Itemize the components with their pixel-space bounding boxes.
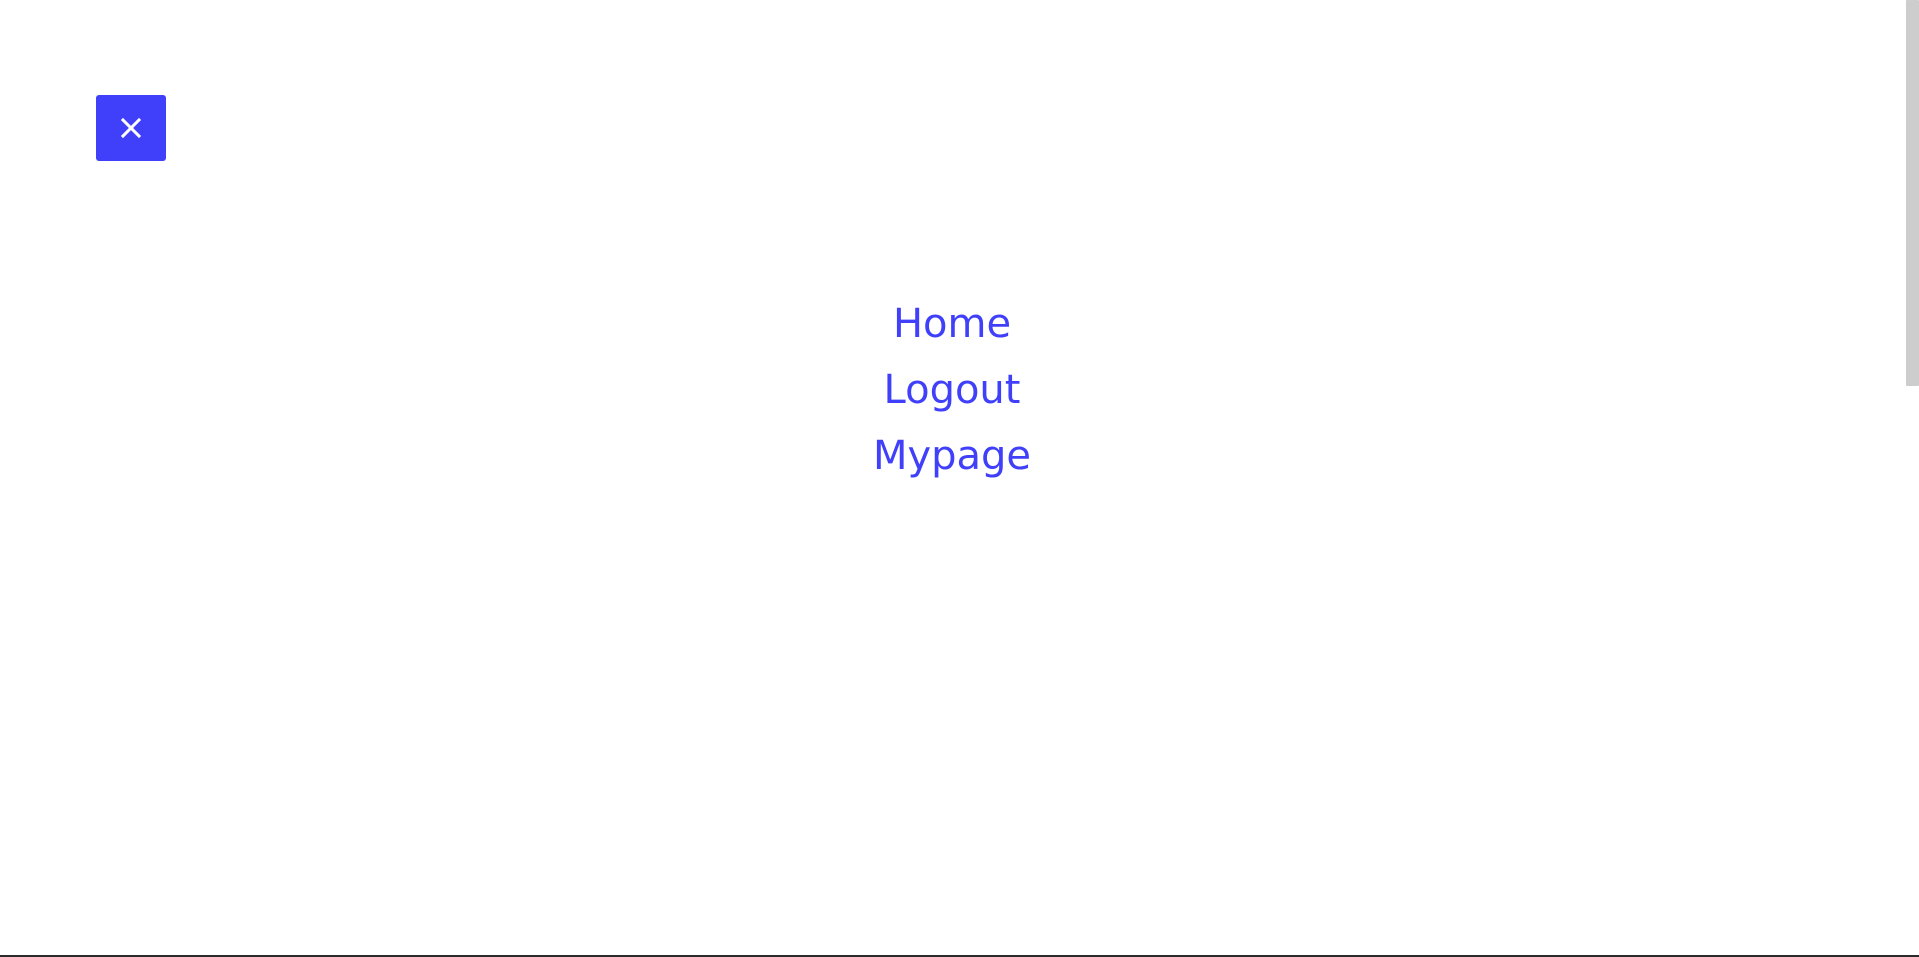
browser-viewport: Home Logout Mypage: [0, 0, 1919, 957]
close-icon: [120, 117, 142, 139]
close-menu-button[interactable]: [96, 95, 166, 161]
nav-link-home[interactable]: Home: [893, 291, 1011, 357]
nav-menu: Home Logout Mypage: [0, 291, 1904, 489]
nav-link-logout[interactable]: Logout: [884, 357, 1021, 423]
nav-link-mypage[interactable]: Mypage: [873, 423, 1031, 489]
scrollbar-thumb[interactable]: [1906, 0, 1919, 386]
mobile-menu-overlay: Home Logout Mypage: [0, 0, 1904, 955]
